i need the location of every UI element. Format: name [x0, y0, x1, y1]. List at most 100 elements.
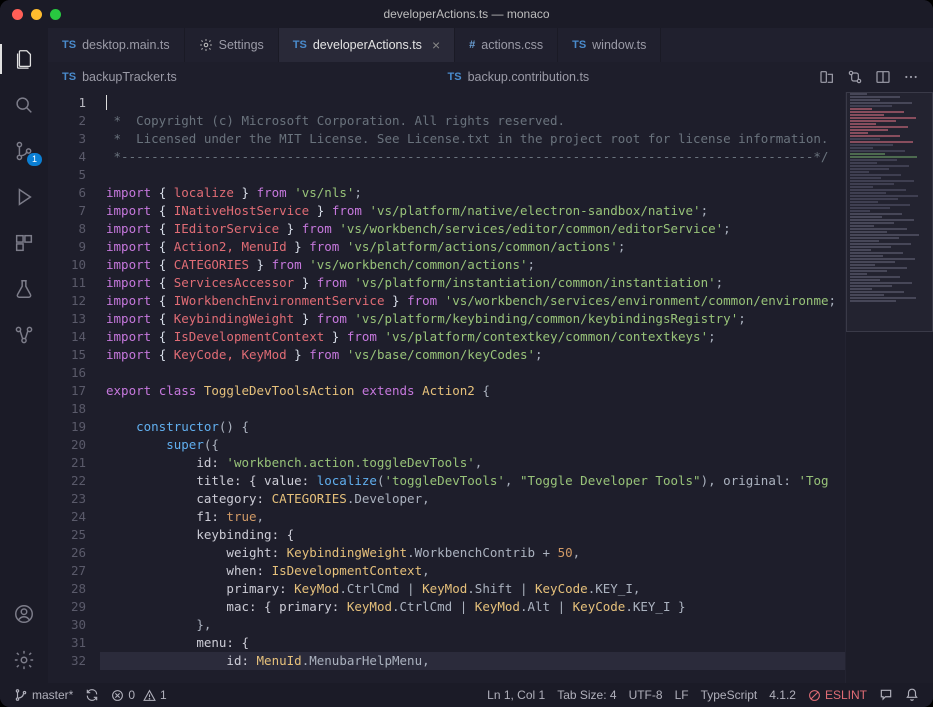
tabs-row-2: TSbackupTracker.tsTSbackup.contribution.…	[48, 62, 933, 92]
ellipsis-icon	[903, 69, 919, 85]
settings-activity[interactable]	[0, 637, 48, 683]
run-debug-activity[interactable]	[0, 174, 48, 220]
tab-window-ts[interactable]: TSwindow.ts	[558, 28, 661, 62]
minimap-viewport[interactable]	[846, 92, 933, 332]
compare-changes-button[interactable]	[819, 69, 835, 85]
titlebar: developerActions.ts — monaco	[0, 0, 933, 28]
notifications-button[interactable]	[899, 688, 925, 702]
tab-size[interactable]: Tab Size: 4	[551, 688, 622, 702]
line-number: 2	[48, 112, 100, 130]
code-line: },	[100, 616, 845, 634]
accounts-activity[interactable]	[0, 591, 48, 637]
eol[interactable]: LF	[669, 688, 695, 702]
tab-desktop-main-ts[interactable]: TS desktop.main.ts	[48, 28, 185, 62]
language-mode[interactable]: TypeScript	[695, 688, 764, 702]
branch-icon	[14, 688, 28, 702]
code-line: weight: KeybindingWeight.WorkbenchContri…	[100, 544, 845, 562]
feedback-button[interactable]	[873, 688, 899, 702]
split-editor-button[interactable]	[875, 69, 891, 85]
line-number: 31	[48, 634, 100, 652]
minimap[interactable]	[845, 92, 933, 683]
cursor-position[interactable]: Ln 1, Col 1	[481, 688, 551, 702]
tab-label: Settings	[219, 38, 264, 52]
beaker-icon	[13, 278, 35, 300]
line-gutter: 1234567891011121314151617181920212223242…	[48, 92, 100, 683]
files-icon	[13, 48, 35, 70]
code-line: keybinding: {	[100, 526, 845, 544]
extensions-activity[interactable]	[0, 220, 48, 266]
code-line: category: CATEGORIES.Developer,	[100, 490, 845, 508]
line-number: 5	[48, 166, 100, 184]
line-number: 17	[48, 382, 100, 400]
minimize-window-button[interactable]	[31, 9, 42, 20]
scm-badge: 1	[27, 153, 42, 166]
code-line: import { KeyCode, KeyMod } from 'vs/base…	[100, 346, 845, 364]
zoom-window-button[interactable]	[50, 9, 61, 20]
testing-activity[interactable]	[0, 266, 48, 312]
gear-icon	[199, 38, 213, 52]
editor[interactable]: 1234567891011121314151617181920212223242…	[48, 92, 933, 683]
code-line: primary: KeyMod.CtrlCmd | KeyMod.Shift |…	[100, 580, 845, 598]
code-line: import { CATEGORIES } from 'vs/workbench…	[100, 256, 845, 274]
activitybar: 1	[0, 28, 48, 683]
eslint-status[interactable]: ESLINT	[802, 688, 873, 702]
line-number: 13	[48, 310, 100, 328]
line-number: 32	[48, 652, 100, 670]
typescript-file-icon: TS	[572, 39, 586, 51]
search-activity[interactable]	[0, 82, 48, 128]
line-number: 27	[48, 562, 100, 580]
editor-actions	[819, 69, 925, 85]
code-line: export class ToggleDevToolsAction extend…	[100, 382, 845, 400]
code-line	[100, 400, 845, 418]
line-number: 20	[48, 436, 100, 454]
secondary-tab-label: backup.contribution.ts	[468, 70, 590, 84]
problems-status[interactable]: 0 1	[105, 688, 172, 702]
code-line: import { ServicesAccessor } from 'vs/pla…	[100, 274, 845, 292]
typescript-file-icon: TS	[62, 39, 76, 51]
typescript-file-icon: TS	[448, 71, 462, 83]
search-icon	[13, 94, 35, 116]
code-line: import { Action2, MenuId } from 'vs/plat…	[100, 238, 845, 256]
close-tab-icon[interactable]: ×	[432, 37, 440, 53]
eslint-label: ESLINT	[825, 688, 867, 702]
tab-developeractions-ts[interactable]: TSdeveloperActions.ts×	[279, 28, 455, 62]
code-line: import { INativeHostService } from 'vs/p…	[100, 202, 845, 220]
close-window-button[interactable]	[12, 9, 23, 20]
line-number: 19	[48, 418, 100, 436]
sync-status[interactable]	[79, 688, 105, 702]
code-line: import { KeybindingWeight } from 'vs/pla…	[100, 310, 845, 328]
tab-actions-css[interactable]: #actions.css	[455, 28, 558, 62]
explorer-activity[interactable]	[0, 36, 48, 82]
scm-activity[interactable]: 1	[0, 128, 48, 174]
secondary-tab-backuptracker-ts[interactable]: TSbackupTracker.ts	[48, 70, 434, 84]
line-number: 16	[48, 364, 100, 382]
window-title: developerActions.ts — monaco	[0, 7, 933, 21]
references-activity[interactable]	[0, 312, 48, 358]
more-actions-button[interactable]	[903, 69, 919, 85]
line-number: 18	[48, 400, 100, 418]
line-number: 12	[48, 292, 100, 310]
tab-label: desktop.main.ts	[82, 38, 170, 52]
tab-settings[interactable]: Settings	[185, 28, 279, 62]
line-number: 11	[48, 274, 100, 292]
code-line: mac: { primary: KeyMod.CtrlCmd | KeyMod.…	[100, 598, 845, 616]
open-changes-button[interactable]	[847, 69, 863, 85]
tab-label: developerActions.ts	[313, 38, 422, 52]
line-number: 23	[48, 490, 100, 508]
eslint-icon	[808, 689, 821, 702]
gear-icon	[13, 649, 35, 671]
code-line: * Licensed under the MIT License. See Li…	[100, 130, 845, 148]
body-area: 1 TS desktop.main.ts	[0, 28, 933, 683]
line-number: 14	[48, 328, 100, 346]
sync-icon	[85, 688, 99, 702]
typescript-file-icon: TS	[62, 71, 76, 83]
line-number: 8	[48, 220, 100, 238]
code-line: import { IWorkbenchEnvironmentService } …	[100, 292, 845, 310]
branch-status[interactable]: master*	[8, 688, 79, 702]
split-icon	[875, 69, 891, 85]
code-content[interactable]: * Copyright (c) Microsoft Corporation. A…	[100, 92, 845, 683]
secondary-tab-backup-contribution-ts[interactable]: TS backup.contribution.ts	[434, 70, 820, 84]
ts-version[interactable]: 4.1.2	[763, 688, 802, 702]
account-icon	[13, 603, 35, 625]
encoding[interactable]: UTF-8	[623, 688, 669, 702]
